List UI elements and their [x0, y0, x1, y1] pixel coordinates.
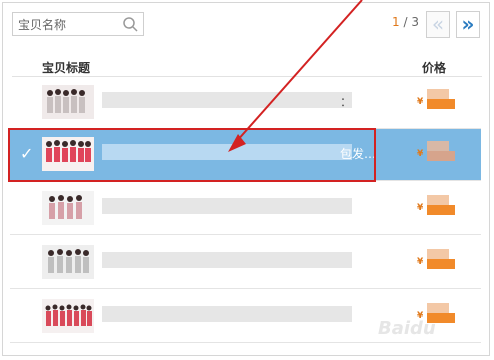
product-thumbnail	[42, 85, 94, 119]
page-indicator: 1 / 3	[392, 15, 419, 29]
column-header-title: 宝贝标题	[42, 61, 91, 75]
product-title-blurred	[102, 306, 352, 322]
product-thumbnail	[42, 299, 94, 333]
currency-symbol: ¥	[417, 257, 424, 267]
table-row[interactable]: ： ¥	[10, 77, 481, 129]
product-title-suffix: ：	[340, 95, 353, 109]
price-blurred	[427, 205, 455, 215]
price-blurred	[427, 141, 449, 151]
currency-symbol: ¥	[417, 149, 424, 159]
highlight-box	[8, 128, 376, 182]
total-pages: 3	[411, 15, 419, 29]
price-blurred	[427, 249, 449, 259]
product-thumbnail	[42, 245, 94, 279]
product-thumbnail	[42, 191, 94, 225]
price-blurred	[427, 89, 449, 99]
prev-page-button[interactable]: «	[426, 11, 450, 38]
page-separator: /	[399, 15, 412, 29]
price-blurred	[427, 151, 455, 161]
product-title-blurred	[102, 198, 352, 214]
currency-symbol: ¥	[417, 203, 424, 213]
price-blurred	[427, 195, 449, 205]
current-page: 1	[392, 15, 400, 29]
currency-symbol: ¥	[417, 97, 424, 107]
table-row[interactable]: ¥	[10, 237, 481, 289]
table-row[interactable]: ¥	[10, 183, 481, 235]
watermark: Baidu	[378, 318, 436, 339]
product-title-blurred	[102, 92, 352, 108]
search-field[interactable]: 宝贝名称	[12, 12, 144, 36]
column-header-price: 价格	[422, 61, 447, 75]
price-blurred	[427, 303, 449, 313]
price-blurred	[427, 99, 455, 109]
next-page-button[interactable]: »	[456, 11, 480, 38]
price-blurred	[427, 259, 455, 269]
product-title-blurred	[102, 252, 352, 268]
search-placeholder: 宝贝名称	[18, 18, 67, 32]
search-icon[interactable]	[122, 16, 138, 32]
